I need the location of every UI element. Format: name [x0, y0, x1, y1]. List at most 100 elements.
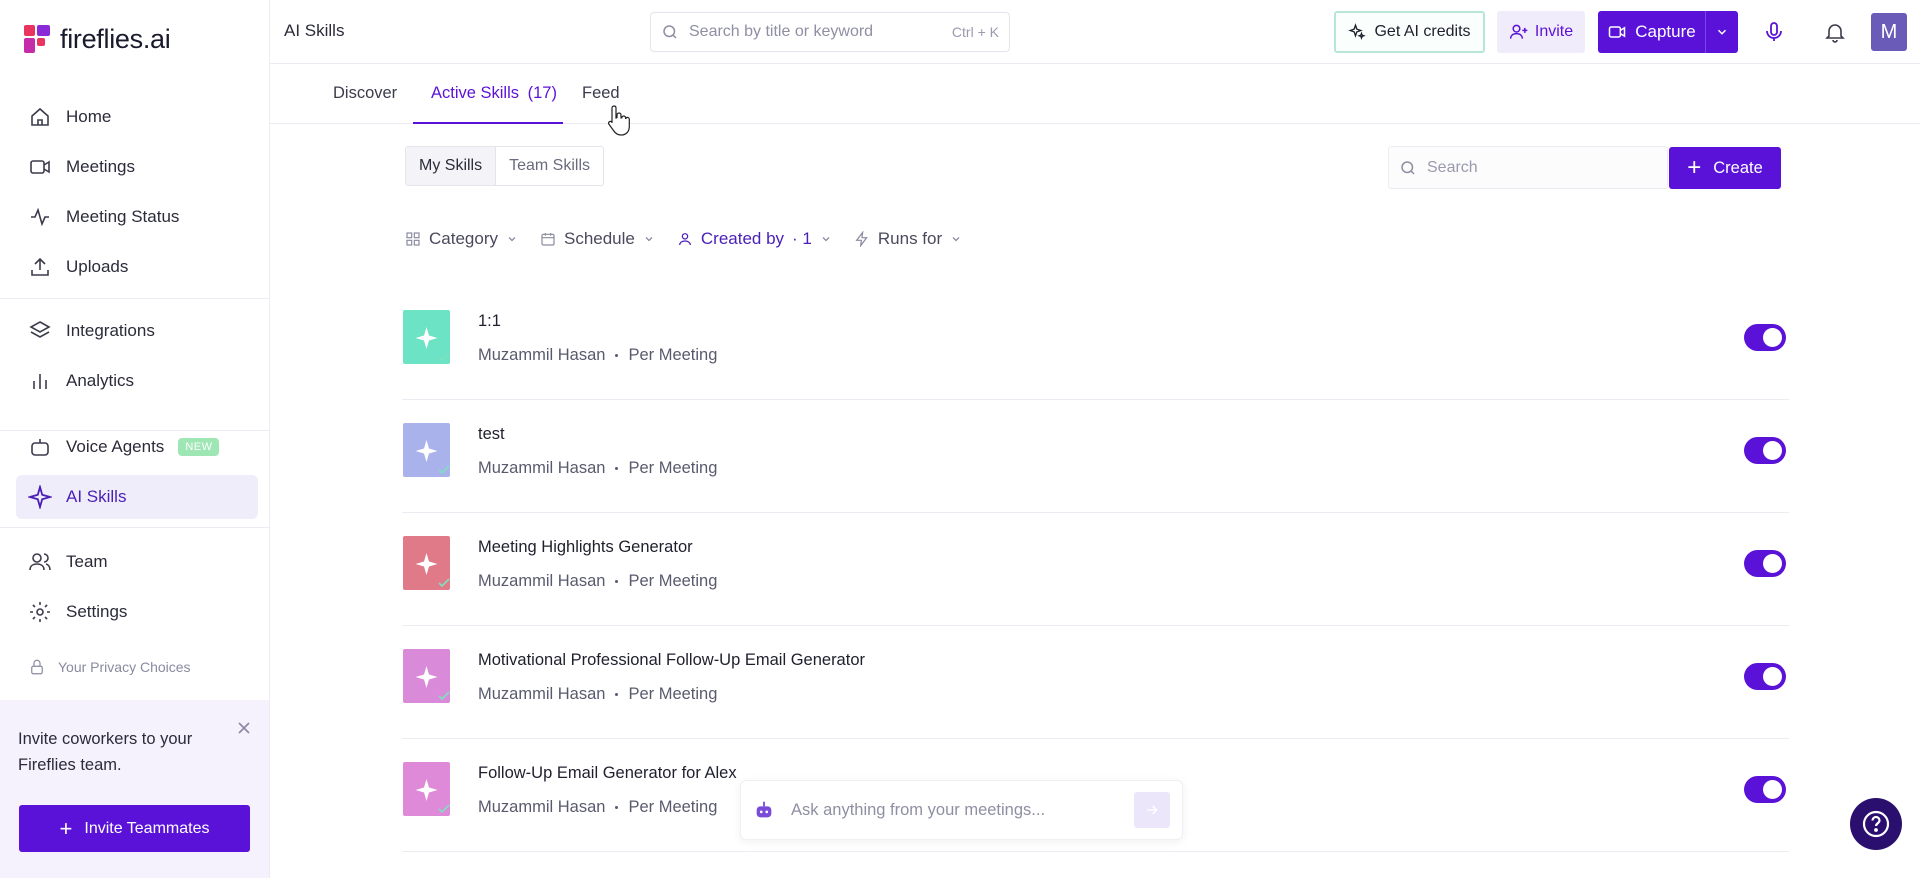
- sidebar-divider: [0, 527, 269, 528]
- sidebar-item-label: Analytics: [66, 371, 135, 390]
- tab-active-skills[interactable]: Active Skills (17): [431, 84, 557, 103]
- send-button[interactable]: [1134, 792, 1170, 828]
- check-icon: [438, 465, 450, 475]
- calendar-icon: [541, 233, 555, 246]
- skills-tabs: Discover Active Skills (17) Feed: [270, 64, 1920, 124]
- skill-row[interactable]: Meeting Highlights Generator Muzammil Ha…: [402, 513, 1789, 626]
- sparkles-icon: [1348, 23, 1367, 40]
- chevron-down-icon[interactable]: [1706, 25, 1738, 39]
- category-filter[interactable]: Category: [405, 226, 518, 252]
- privacy-choices-link[interactable]: Your Privacy Choices: [28, 658, 191, 676]
- sidebar-item-meetings[interactable]: Meetings: [16, 145, 258, 189]
- lightning-icon: [855, 231, 868, 247]
- sidebar-item-voice-agents[interactable]: Voice Agents NEW: [16, 425, 258, 469]
- invite-label: Invite: [1534, 23, 1574, 40]
- skill-title: test: [478, 425, 505, 443]
- global-search-input[interactable]: Search by title or keyword Ctrl + K: [650, 12, 1010, 52]
- search-icon: [663, 25, 677, 39]
- schedule-filter[interactable]: Schedule: [540, 226, 655, 252]
- capture-main[interactable]: Capture: [1598, 11, 1706, 53]
- separator-dot: [615, 354, 619, 357]
- check-icon: [438, 804, 450, 814]
- skill-enabled-toggle[interactable]: [1744, 324, 1786, 351]
- search-icon: [1401, 160, 1415, 175]
- sidebar-item-analytics[interactable]: Analytics: [16, 359, 258, 403]
- invite-button[interactable]: Invite: [1497, 11, 1585, 53]
- skill-row[interactable]: Motivational Professional Follow-Up Emai…: [402, 626, 1789, 739]
- credits-label: Get AI credits: [1374, 23, 1471, 40]
- skills-scope-toggle: My Skills Team Skills: [405, 146, 605, 186]
- help-button[interactable]: [1850, 798, 1902, 850]
- video-icon: [30, 160, 50, 174]
- my-skills-button[interactable]: My Skills: [406, 147, 497, 185]
- filter-bar: Category Schedule Created by · 1 Runs fo…: [405, 226, 962, 252]
- check-icon: [438, 578, 450, 588]
- sidebar-item-label: Meeting Status: [66, 207, 180, 226]
- video-icon: [1609, 26, 1626, 38]
- active-tab-indicator: [413, 122, 563, 124]
- robot-icon: [31, 439, 49, 456]
- chevron-down-icon: [952, 237, 960, 242]
- avatar[interactable]: M: [1871, 13, 1907, 51]
- bar-chart-icon: [33, 374, 47, 389]
- sidebar-item-label: Uploads: [66, 257, 129, 276]
- sidebar-item-settings[interactable]: Settings: [16, 590, 258, 634]
- ask-meetings-input[interactable]: Ask anything from your meetings...: [740, 780, 1183, 840]
- sidebar-item-team[interactable]: Team: [16, 540, 258, 584]
- created-by-filter[interactable]: Created by · 1: [677, 226, 832, 252]
- privacy-label: Your Privacy Choices: [58, 659, 191, 675]
- user-icon: [678, 233, 691, 246]
- invite-teammates-label: Invite Teammates: [84, 819, 210, 837]
- sidebar-item-label: Meetings: [66, 157, 135, 176]
- sidebar-item-label: Voice Agents: [66, 437, 165, 456]
- page-title: AI Skills: [284, 21, 345, 40]
- skill-row[interactable]: test Muzammil Hasan Per Meeting: [402, 400, 1789, 513]
- logo[interactable]: fireflies.ai: [24, 22, 171, 56]
- invite-teammates-button[interactable]: + Invite Teammates: [19, 805, 250, 852]
- sidebar-item-integrations[interactable]: Integrations: [16, 309, 258, 353]
- skill-enabled-toggle[interactable]: [1744, 663, 1786, 690]
- gear-icon: [30, 602, 50, 622]
- skill-author: Muzammil Hasan: [478, 459, 606, 477]
- runs-for-label: Runs for: [877, 229, 943, 248]
- tab-feed[interactable]: Feed: [582, 84, 620, 103]
- sidebar-item-ai-skills[interactable]: AI Skills: [16, 475, 258, 519]
- close-icon[interactable]: [234, 718, 254, 738]
- skills-search-input[interactable]: Search: [1388, 146, 1668, 189]
- sidebar-item-meeting-status[interactable]: Meeting Status: [16, 195, 258, 239]
- skill-enabled-toggle[interactable]: [1744, 437, 1786, 464]
- skill-meta: Muzammil Hasan Per Meeting: [478, 685, 717, 704]
- sidebar-item-uploads[interactable]: Uploads: [16, 245, 258, 289]
- plus-icon: +: [1687, 154, 1702, 181]
- get-ai-credits-button[interactable]: Get AI credits: [1334, 11, 1485, 53]
- tab-active-skills-count: (17): [527, 84, 557, 102]
- runs-for-filter[interactable]: Runs for: [854, 226, 962, 252]
- skill-frequency: Per Meeting: [628, 572, 718, 590]
- new-badge: NEW: [178, 438, 220, 456]
- skill-author: Muzammil Hasan: [478, 685, 606, 703]
- created-by-label: Created by: [700, 229, 785, 248]
- skill-enabled-toggle[interactable]: [1744, 550, 1786, 577]
- bell-icon[interactable]: [1823, 20, 1847, 49]
- microphone-icon[interactable]: [1762, 20, 1786, 49]
- skill-meta: Muzammil Hasan Per Meeting: [478, 459, 717, 478]
- sidebar-item-home[interactable]: Home: [16, 95, 258, 139]
- search-shortcut: Ctrl + K: [951, 24, 999, 40]
- team-skills-button[interactable]: Team Skills: [496, 147, 603, 185]
- tab-active-skills-label: Active Skills: [431, 84, 520, 102]
- skill-author: Muzammil Hasan: [478, 798, 606, 816]
- nav-group-tools: Integrations Analytics: [16, 309, 258, 409]
- ask-placeholder: Ask anything from your meetings...: [791, 800, 1046, 819]
- skill-meta: Muzammil Hasan Per Meeting: [478, 798, 717, 817]
- separator-dot: [615, 467, 619, 470]
- skill-thumbnail: [403, 762, 450, 816]
- activity-icon: [31, 207, 49, 227]
- skill-row[interactable]: 1:1 Muzammil Hasan Per Meeting: [402, 287, 1789, 400]
- tab-discover[interactable]: Discover: [333, 84, 397, 103]
- skill-enabled-toggle[interactable]: [1744, 776, 1786, 803]
- separator-dot: [615, 806, 619, 809]
- create-button[interactable]: + Create: [1669, 147, 1781, 189]
- created-by-count: · 1: [792, 229, 812, 248]
- sidebar-item-label: Team: [66, 552, 108, 571]
- capture-button[interactable]: Capture: [1598, 11, 1738, 53]
